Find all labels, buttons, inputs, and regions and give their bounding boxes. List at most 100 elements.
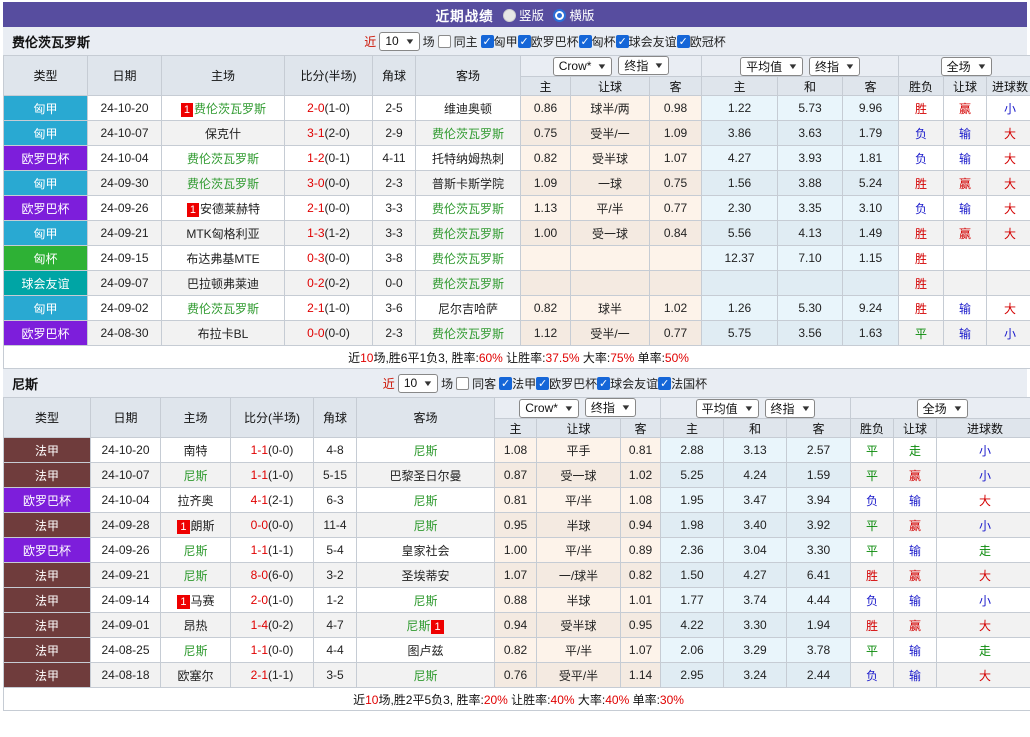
rounds-select[interactable]: 10 ▼ bbox=[397, 373, 439, 393]
final-odds-select[interactable]: 终指 ▼ bbox=[584, 398, 636, 418]
result-cell: 负 bbox=[898, 145, 945, 171]
avg-draw-cell: 3.30 bbox=[723, 612, 788, 638]
handicap-result-cell: 输 bbox=[943, 295, 988, 321]
team-name: 保克什 bbox=[204, 126, 241, 141]
odds-home-cell: 0.82 bbox=[520, 145, 571, 171]
match-type-cell: 法甲 bbox=[3, 637, 91, 663]
score-cell: 1-2(0-1) bbox=[284, 145, 373, 171]
league-checkbox[interactable]: ✓ bbox=[578, 34, 592, 48]
goals-cell: 大 bbox=[936, 662, 1030, 688]
team-name-heading: 费伦茨瓦罗斯 bbox=[12, 34, 91, 50]
handicap-result-cell: 输 bbox=[893, 637, 938, 663]
col-corner: 角球 bbox=[372, 55, 416, 96]
scope-select[interactable]: 全场 ▼ bbox=[940, 56, 992, 76]
chevron-down-icon: ▼ bbox=[404, 36, 416, 46]
score-cell: 3-1(2-0) bbox=[284, 120, 373, 146]
away-team-cell: 普斯卡斯学院 bbox=[415, 170, 521, 196]
home-team-cell: 布拉卡BL bbox=[161, 320, 285, 346]
full-time-score: 3-0 bbox=[307, 176, 325, 190]
score-cell: 3-0(0-0) bbox=[284, 170, 373, 196]
bookmaker-select[interactable]: Crow* ▼ bbox=[552, 56, 613, 76]
away-team-cell: 维迪奥顿 bbox=[415, 95, 521, 121]
avg-draw-cell: 5.73 bbox=[777, 95, 844, 121]
corner-cell: 3-3 bbox=[372, 220, 416, 246]
odds-handicap-cell: 受半球 bbox=[570, 145, 650, 171]
same-venue-checkbox[interactable] bbox=[456, 376, 470, 390]
odds-away-cell: 0.98 bbox=[648, 95, 703, 121]
section-header-1: 尼斯 近 10 ▼ 场 同客 ✓ 法甲 ✓ 欧罗巴杯 ✓ 球会友谊 ✓ 法国杯 bbox=[3, 369, 1027, 397]
radio-vertical[interactable]: 竖版 bbox=[502, 5, 544, 24]
odds-home-cell bbox=[520, 245, 571, 271]
corner-cell: 5-4 bbox=[313, 537, 357, 563]
summary-stat-value: 40% bbox=[605, 692, 630, 707]
avg-draw-cell bbox=[777, 270, 844, 296]
radio-horizontal[interactable]: 横版 bbox=[553, 5, 594, 24]
scope-select[interactable]: 全场 ▼ bbox=[916, 398, 968, 418]
radio-horizontal-icon[interactable] bbox=[553, 9, 566, 22]
league-checkbox[interactable]: ✓ bbox=[517, 34, 531, 48]
full-time-score: 0-3 bbox=[307, 251, 325, 265]
games-label: 场 bbox=[422, 34, 435, 49]
final-odds-select-2[interactable]: 终指 ▼ bbox=[809, 56, 860, 76]
match-row: 法甲 24-09-21 尼斯 8-0(6-0) 3-2 圣埃蒂安 1.07 一/球半 0.82 1… bbox=[3, 562, 1030, 588]
summary-stat-label: 让胜率: bbox=[502, 350, 546, 365]
corner-cell: 0-0 bbox=[372, 270, 416, 296]
half-time-score: (1-0) bbox=[268, 468, 294, 482]
half-time-score: (0-0) bbox=[324, 326, 350, 340]
match-date-cell: 24-10-20 bbox=[90, 437, 161, 463]
team-name: 尼尔吉哈萨 bbox=[437, 301, 498, 316]
handicap-result-cell: 输 bbox=[943, 320, 988, 346]
league-checkbox[interactable]: ✓ bbox=[658, 376, 672, 390]
half-time-score: (1-0) bbox=[268, 593, 294, 607]
team-name-heading: 尼斯 bbox=[12, 376, 39, 392]
avg-draw-cell: 3.93 bbox=[777, 145, 844, 171]
bookmaker-select[interactable]: Crow* ▼ bbox=[519, 398, 579, 418]
away-team-cell: 尼斯 bbox=[356, 512, 495, 538]
avg-home-cell: 3.86 bbox=[701, 120, 779, 146]
odds-away-cell: 1.02 bbox=[648, 295, 703, 321]
team-name: 普斯卡斯学院 bbox=[431, 176, 504, 191]
radio-vertical-icon[interactable] bbox=[502, 9, 516, 22]
odds-home-cell: 0.88 bbox=[494, 587, 537, 613]
team-name: 费伦茨瓦罗斯 bbox=[431, 251, 504, 266]
team-name: 尼斯 bbox=[183, 543, 208, 558]
average-select[interactable]: 平均值 ▼ bbox=[695, 398, 759, 418]
odds-away-cell: 1.07 bbox=[619, 637, 662, 663]
away-team-cell: 费伦茨瓦罗斯 bbox=[415, 270, 521, 296]
average-select[interactable]: 平均值 ▼ bbox=[740, 56, 804, 76]
corner-cell: 4-11 bbox=[372, 145, 416, 171]
match-type-cell: 匈甲 bbox=[3, 220, 88, 246]
match-type-cell: 匈甲 bbox=[3, 295, 88, 321]
team-name: 托特纳姆热刺 bbox=[431, 151, 504, 166]
home-team-cell: 1 安德莱赫特 bbox=[161, 195, 285, 221]
col-date: 日期 bbox=[90, 397, 161, 438]
final-odds-select[interactable]: 终指 ▼ bbox=[618, 56, 670, 76]
col-score: 比分(半场) bbox=[284, 55, 373, 96]
final-odds-select-2[interactable]: 终指 ▼ bbox=[764, 398, 816, 418]
league-checkbox[interactable]: ✓ bbox=[676, 34, 690, 48]
goals-cell: 大 bbox=[986, 295, 1030, 321]
league-checkbox[interactable]: ✓ bbox=[615, 34, 629, 48]
away-team-cell: 托特纳姆热刺 bbox=[415, 145, 521, 171]
avg-away-cell bbox=[842, 270, 900, 296]
team-name: 巴拉顿弗莱迪 bbox=[186, 276, 259, 291]
team-name: 尼斯 bbox=[413, 493, 438, 508]
summary-text: 近10场,胜6平1负3, 胜率:60% 让胜率:37.5% 大率:75% 单率:… bbox=[2, 345, 1030, 369]
same-venue-checkbox[interactable] bbox=[437, 34, 451, 48]
radio-horizontal-label: 横版 bbox=[569, 9, 595, 23]
avg-away-cell: 1.81 bbox=[842, 145, 900, 171]
league-checkbox[interactable]: ✓ bbox=[480, 34, 494, 48]
rank-badge: 1 bbox=[186, 202, 200, 217]
avg-draw-cell: 3.24 bbox=[723, 662, 788, 688]
league-checkbox[interactable]: ✓ bbox=[536, 376, 550, 390]
odds-home-cell: 0.94 bbox=[494, 612, 537, 638]
league-label: 匈杯 bbox=[591, 34, 616, 49]
half-time-score: (2-0) bbox=[324, 126, 350, 140]
summary-stat-label: 场,胜2平5负3, 胜率: bbox=[378, 692, 484, 707]
league-checkbox[interactable]: ✓ bbox=[499, 376, 513, 390]
team-name: 费伦茨瓦罗斯 bbox=[186, 151, 259, 166]
team-name: 尼斯 bbox=[183, 468, 208, 483]
col-type: 类型 bbox=[3, 397, 91, 438]
league-checkbox[interactable]: ✓ bbox=[597, 376, 611, 390]
rounds-select[interactable]: 10 ▼ bbox=[379, 31, 420, 51]
